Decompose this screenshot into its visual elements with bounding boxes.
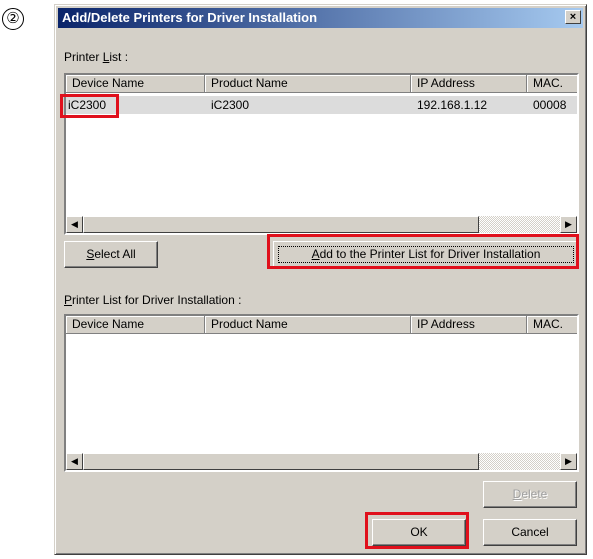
highlight-device-name — [60, 94, 119, 118]
cell-mac: 00008 — [533, 98, 567, 112]
install-printer-list[interactable]: Device Name Product Name IP Address MAC.… — [64, 314, 579, 472]
close-icon: × — [569, 11, 577, 23]
install-scroll-thumb[interactable] — [83, 453, 479, 470]
column-header-product-name[interactable]: Product Name — [205, 75, 411, 93]
highlight-ok-button — [365, 512, 469, 549]
scroll-right-icon[interactable]: ▶ — [560, 216, 577, 233]
close-button[interactable]: × — [565, 10, 581, 24]
printer-list[interactable]: Device Name Product Name IP Address MAC.… — [64, 73, 579, 235]
scroll-track[interactable] — [479, 216, 560, 233]
cell-ip-address: 192.168.1.12 — [417, 98, 488, 112]
install-scroll-right-icon[interactable]: ▶ — [560, 453, 577, 470]
column-header-mac[interactable]: MAC. — [527, 75, 577, 93]
scroll-thumb[interactable] — [83, 216, 479, 233]
step-number-marker: ② — [2, 8, 24, 30]
delete-button[interactable]: Delete — [483, 481, 577, 508]
column-header-ip-address[interactable]: IP Address — [411, 75, 527, 93]
install-list-hscrollbar[interactable]: ◀ ▶ — [66, 453, 577, 470]
install-list-label: Printer List for Driver Installation : — [64, 293, 242, 307]
title-bar: Add/Delete Printers for Driver Installat… — [58, 8, 583, 28]
install-list-header: Device Name Product Name IP Address MAC. — [66, 316, 577, 334]
cancel-button[interactable]: Cancel — [483, 519, 577, 546]
highlight-add-button — [267, 234, 579, 269]
install-column-header-product-name[interactable]: Product Name — [205, 316, 411, 334]
install-column-header-ip-address[interactable]: IP Address — [411, 316, 527, 334]
table-row[interactable] — [66, 96, 577, 114]
install-scroll-track[interactable] — [479, 453, 560, 470]
printer-list-hscrollbar[interactable]: ◀ ▶ — [66, 216, 577, 233]
scroll-left-icon[interactable]: ◀ — [66, 216, 83, 233]
printer-list-label: Printer List : — [64, 50, 129, 64]
install-column-header-mac[interactable]: MAC. — [527, 316, 577, 334]
cell-product-name: iC2300 — [211, 98, 250, 112]
install-scroll-left-icon[interactable]: ◀ — [66, 453, 83, 470]
column-header-device-name[interactable]: Device Name — [66, 75, 205, 93]
dialog-title: Add/Delete Printers for Driver Installat… — [62, 10, 318, 25]
select-all-button[interactable]: Select All — [64, 241, 158, 268]
add-delete-printers-dialog: Add/Delete Printers for Driver Installat… — [54, 4, 587, 555]
install-column-header-device-name[interactable]: Device Name — [66, 316, 205, 334]
printer-list-header: Device Name Product Name IP Address MAC. — [66, 75, 577, 93]
